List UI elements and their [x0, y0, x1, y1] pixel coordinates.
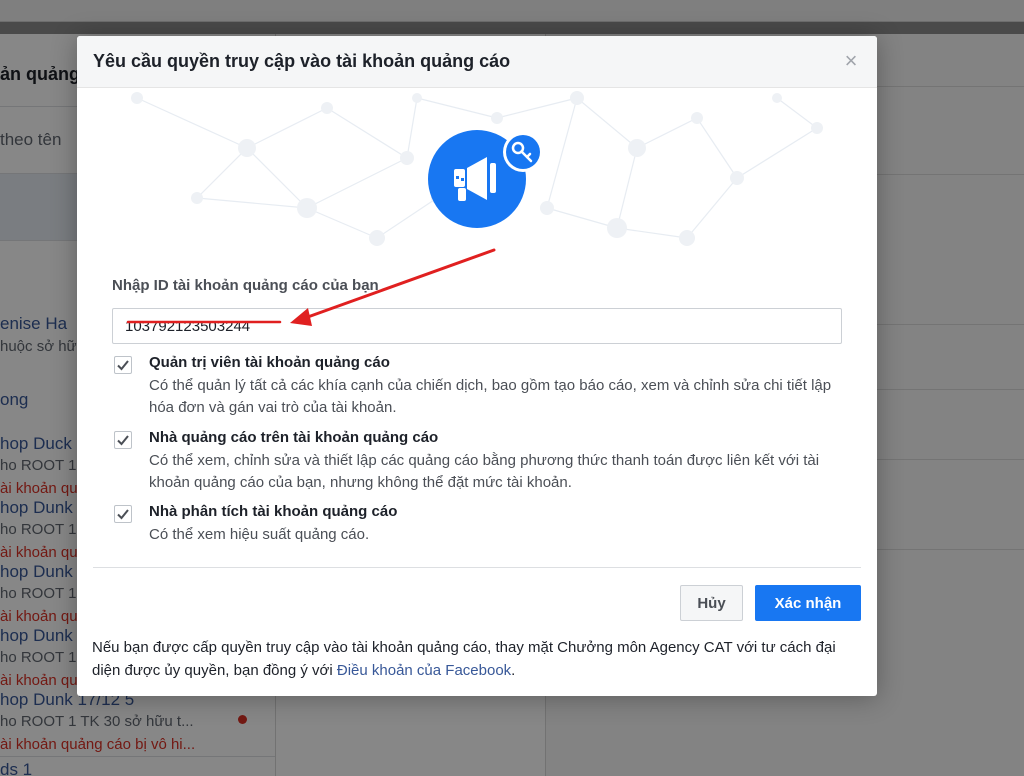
- advertiser-checkbox[interactable]: [114, 431, 132, 449]
- checkmark-icon: [117, 509, 129, 520]
- facebook-terms-link[interactable]: Điều khoản của Facebook: [337, 662, 511, 679]
- ad-account-id-label: Nhập ID tài khoản quảng cáo của bạn: [112, 277, 379, 294]
- key-icon: [506, 135, 540, 169]
- permission-analyst: Nhà phân tích tài khoản quảng cáo Có thể…: [112, 503, 852, 547]
- checkmark-icon: [117, 360, 129, 371]
- confirm-button[interactable]: Xác nhận: [755, 585, 861, 621]
- request-access-dialog: Yêu cầu quyền truy cập vào tài khoản quả…: [77, 36, 877, 696]
- permission-advertiser: Nhà quảng cáo trên tài khoản quảng cáo C…: [112, 429, 852, 493]
- cancel-button[interactable]: Hủy: [680, 585, 743, 621]
- permission-title: Nhà phân tích tài khoản quảng cáo: [149, 503, 398, 520]
- close-icon[interactable]: ×: [839, 49, 863, 73]
- permission-description: Có thể xem hiệu suất quảng cáo.: [149, 526, 370, 543]
- permission-admin: Quản trị viên tài khoản quảng cáo Có thể…: [112, 354, 852, 418]
- dialog-title: Yêu cầu quyền truy cập vào tài khoản quả…: [93, 51, 511, 71]
- permission-description: Có thể xem, chỉnh sửa và thiết lập các q…: [149, 452, 820, 491]
- key-badge: [503, 132, 543, 172]
- ad-account-id-input[interactable]: [112, 308, 842, 344]
- permission-title: Quản trị viên tài khoản quảng cáo: [149, 354, 390, 371]
- permission-description: Có thể quản lý tất cả các khía cạnh của …: [149, 377, 832, 416]
- analyst-checkbox[interactable]: [114, 505, 132, 523]
- dialog-divider: [93, 567, 861, 568]
- permission-title: Nhà quảng cáo trên tài khoản quảng cáo: [149, 429, 439, 446]
- checkmark-icon: [117, 435, 129, 446]
- dialog-header: Yêu cầu quyền truy cập vào tài khoản quả…: [77, 36, 877, 88]
- admin-checkbox[interactable]: [114, 356, 132, 374]
- terms-notice-end: .: [511, 662, 516, 679]
- terms-notice: Nếu bạn được cấp quyền truy cập vào tài …: [92, 636, 862, 682]
